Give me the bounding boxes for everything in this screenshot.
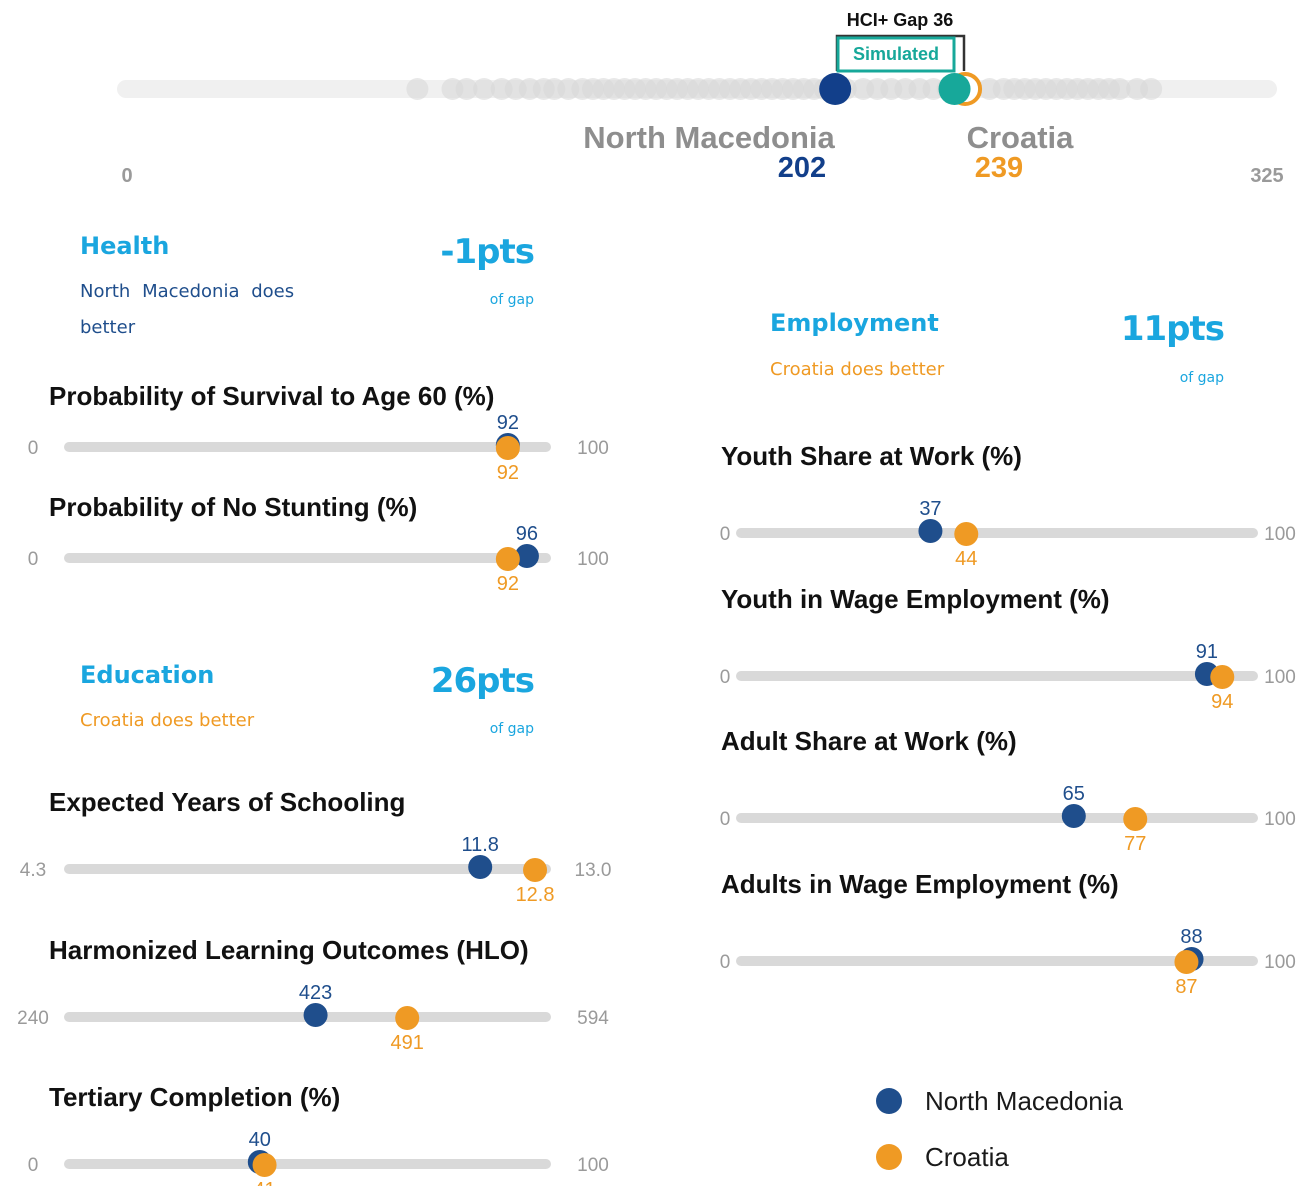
metric-chart-stunting: 0 100 96 92: [28, 523, 609, 595]
education-verdict: Croatia does better: [80, 710, 255, 731]
country-a-value-label: 91: [1196, 641, 1218, 663]
background-country-dot: [406, 78, 429, 100]
range-min-label: 0: [720, 952, 731, 973]
country-b-point: [395, 1006, 420, 1030]
metric-chart-adult-wage: 0 100 88 87: [720, 926, 1296, 998]
country-a-dot: [819, 73, 852, 105]
health-pts: -1pts: [440, 232, 535, 272]
country-a-value-label: 423: [299, 982, 332, 1004]
range-max-label: 100: [577, 549, 609, 570]
country-a-value-label: 11.8: [461, 834, 498, 856]
employment-title: Employment: [770, 309, 939, 337]
country-a-value-label: 88: [1180, 926, 1202, 948]
range-min-label: 0: [720, 524, 731, 545]
scale-max-label: 325: [1250, 165, 1283, 187]
country-b-value-label: 94: [1211, 691, 1233, 713]
metric-chart-adult-work: 0 100 65 77: [720, 783, 1296, 855]
country-b-value-label: 77: [1124, 833, 1146, 855]
country-b-value-label: 41: [253, 1179, 275, 1186]
country-b-point: [523, 858, 548, 882]
country-b-point: [495, 436, 520, 460]
education-title: Education: [80, 661, 215, 689]
range-max-label: 100: [1264, 809, 1296, 830]
country-b-point: [1210, 665, 1235, 689]
range-min-label: 0: [28, 549, 39, 570]
health-gap-label: of gap: [489, 292, 534, 308]
legend-label-country-b: Croatia: [925, 1142, 1009, 1172]
country-a-value-label: 92: [497, 412, 519, 434]
country-b-score: 239: [975, 152, 1023, 184]
country-b-value-label: 87: [1175, 976, 1197, 998]
metric-title-tertiary: Tertiary Completion (%): [49, 1082, 341, 1112]
range-max-label: 100: [1264, 952, 1296, 973]
country-b-name: Croatia: [967, 120, 1075, 155]
country-b-point: [1123, 807, 1148, 831]
range-max-label: 100: [577, 438, 609, 459]
gap-label: HCI+ Gap 36: [847, 10, 954, 30]
range-max-label: 100: [1264, 667, 1296, 688]
range-min-label: 4.3: [20, 860, 46, 881]
metric-title-hlo: Harmonized Learning Outcomes (HLO): [49, 935, 529, 965]
country-b-value-label: 92: [497, 462, 519, 484]
country-b-point: [495, 547, 520, 571]
employment-gap-label: of gap: [1179, 370, 1224, 386]
country-a-value-label: 96: [516, 523, 538, 545]
country-b-value-label: 92: [497, 573, 519, 595]
hci-distribution-chart: HCI+ Gap 36 Simulated North Macedonia 20…: [117, 10, 1284, 187]
metric-title-adult-work: Adult Share at Work (%): [721, 726, 1017, 756]
range-min-label: 0: [720, 809, 731, 830]
legend-label-country-a: North Macedonia: [925, 1086, 1123, 1116]
metric-chart-schooling: 4.3 13.0 11.8 12.8: [20, 834, 612, 906]
country-a-value-label: 40: [249, 1129, 271, 1151]
metric-chart-tertiary: 0 100 40 41: [28, 1129, 609, 1186]
background-country-dot: [1140, 78, 1163, 100]
metric-chart-survival: 0 100 92 92: [28, 412, 609, 484]
metric-chart-youth-wage: 0 100 91 94: [720, 641, 1296, 713]
metric-title-adult-wage: Adults in Wage Employment (%): [721, 869, 1119, 899]
scale-min-label: 0: [121, 165, 132, 187]
country-a-point: [918, 519, 943, 543]
health-verdict: North Macedonia does better: [80, 281, 295, 338]
country-a-point: [303, 1003, 328, 1027]
range-max-label: 594: [577, 1008, 609, 1029]
country-b-value-label: 44: [955, 548, 977, 570]
metric-chart-hlo: 240 594 423 491: [17, 982, 609, 1054]
range-min-label: 240: [17, 1008, 49, 1029]
education-gap-label: of gap: [489, 721, 534, 737]
range-min-label: 0: [720, 667, 731, 688]
country-a-point: [468, 855, 493, 879]
country-b-point: [1174, 950, 1199, 974]
simulated-label: Simulated: [853, 44, 939, 64]
legend-marker-country-a: [876, 1088, 902, 1114]
simulated-dot: [938, 73, 971, 105]
country-a-score: 202: [778, 152, 826, 184]
health-title: Health: [80, 232, 170, 260]
country-b-point: [954, 522, 979, 546]
range-max-label: 100: [577, 1155, 609, 1176]
metric-title-schooling: Expected Years of Schooling: [49, 787, 406, 817]
country-a-name: North Macedonia: [583, 120, 835, 155]
country-a-value-label: 65: [1063, 783, 1085, 805]
range-min-label: 0: [28, 1155, 39, 1176]
metric-title-youth-work: Youth Share at Work (%): [721, 441, 1022, 471]
country-a-point: [1061, 804, 1086, 828]
range-min-label: 0: [28, 438, 39, 459]
range-max-label: 13.0: [575, 860, 612, 881]
country-b-value-label: 12.8: [516, 884, 555, 906]
employment-verdict: Croatia does better: [770, 359, 945, 380]
country-b-value-label: 491: [391, 1032, 424, 1054]
metric-chart-youth-work: 0 100 37 44: [720, 498, 1296, 570]
country-a-value-label: 37: [919, 498, 941, 520]
legend-marker-country-b: [876, 1144, 902, 1170]
country-b-point: [252, 1153, 277, 1177]
metric-title-youth-wage: Youth in Wage Employment (%): [721, 584, 1110, 614]
range-max-label: 100: [1264, 524, 1296, 545]
education-pts: 26pts: [430, 661, 535, 701]
employment-pts: 11pts: [1120, 309, 1225, 349]
